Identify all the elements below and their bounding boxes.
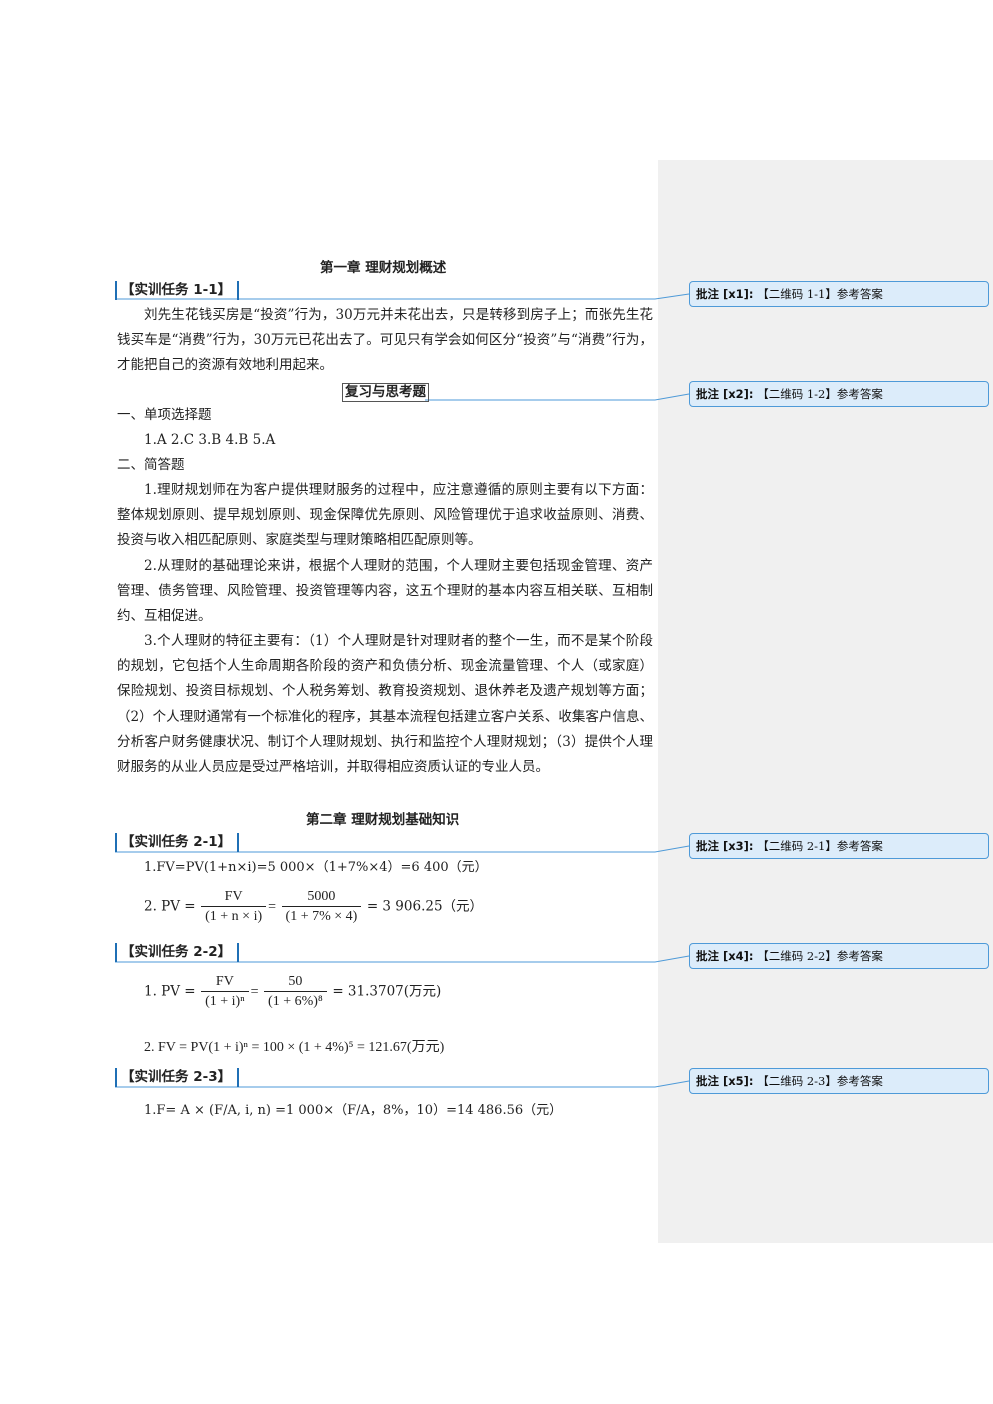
chapter-1-title: 第一章 理财规划概述 [320, 260, 447, 276]
short-answer-1: 1.理财规划师在为客户提供理财服务的过程中，应注意遵循的原则主要有以下方面：整体… [117, 482, 653, 549]
comment-tag: 批注 [x3]: [696, 839, 754, 853]
chapter-2-title: 第二章 理财规划基础知识 [306, 812, 460, 828]
task-1-1-answer: 刘先生花钱买房是“投资”行为，30万元并未花出去，只是转移到房子上；而张先生花钱… [117, 307, 653, 374]
denominator: (1 + 7% × 4) [285, 909, 358, 924]
comment-tag: 批注 [x4]: [696, 949, 754, 963]
task-2-3-label: 【实训任务 2-3】 [115, 1068, 240, 1087]
formula-result: = 31.3707(万元) [332, 983, 442, 1000]
numerator: FV [201, 888, 267, 907]
comment-x2[interactable]: 批注 [x2]: 【二维码 1-2】参考答案 [689, 381, 989, 407]
comment-text: 【二维码 1-2】参考答案 [757, 387, 883, 401]
task-2-1-label: 【实训任务 2-1】 [115, 833, 240, 852]
formula-2-1-2: 2. PV = FV (1 + n × i) = 5000 (1 + 7% × … [144, 888, 483, 927]
short-answer-heading: 二、简答题 [117, 457, 185, 473]
single-choice-answers: 1.A 2.C 3.B 4.B 5.A [144, 432, 276, 448]
task-1-1-label: 【实训任务 1-1】 [115, 281, 240, 300]
numerator: 5000 [281, 888, 362, 907]
short-answer-2: 2.从理财的基础理论来讲，根据个人理财的范围，个人理财主要包括现金管理、资产管理… [117, 558, 653, 625]
formula-2-1-1: 1.FV=PV(1+n×i)=5 000×（1+7%×4）=6 400（元） [144, 860, 488, 875]
comment-text: 【二维码 2-1】参考答案 [757, 839, 883, 853]
single-choice-heading: 一、单项选择题 [117, 407, 212, 423]
fraction: FV (1 + n × i) [201, 888, 267, 927]
fraction: FV (1 + i)ⁿ [201, 973, 249, 1012]
denominator: (1 + 6%)⁸ [268, 994, 323, 1009]
comment-x4[interactable]: 批注 [x4]: 【二维码 2-2】参考答案 [689, 943, 989, 969]
comment-tag: 批注 [x2]: [696, 387, 754, 401]
fraction: 5000 (1 + 7% × 4) [281, 888, 362, 927]
formula-2-3-1: 1.F= A × (F/A, i, n) =1 000×（F/A，8%，10）=… [144, 1103, 563, 1118]
task-2-2-label: 【实训任务 2-2】 [115, 943, 240, 962]
comment-text: 【二维码 1-1】参考答案 [757, 287, 883, 301]
formula-result: = 3 906.25（元） [366, 898, 484, 915]
formula-2-2-2: 2. FV = PV(1 + i)ⁿ = 100 × (1 + 4%)⁵ = 1… [144, 1040, 445, 1055]
review-questions-title: 复习与思考题 [342, 383, 429, 402]
comment-text: 【二维码 2-3】参考答案 [757, 1074, 883, 1088]
comment-text: 【二维码 2-2】参考答案 [757, 949, 883, 963]
comment-x5[interactable]: 批注 [x5]: 【二维码 2-3】参考答案 [689, 1068, 989, 1094]
formula-2-2-1: 1. PV = FV (1 + i)ⁿ = 50 (1 + 6%)⁸ = 31.… [144, 973, 441, 1012]
fraction: 50 (1 + 6%)⁸ [264, 973, 327, 1012]
formula-label: 2. PV = [144, 898, 196, 915]
denominator: (1 + n × i) [205, 909, 263, 924]
denominator: (1 + i)ⁿ [205, 994, 245, 1009]
comment-tag: 批注 [x5]: [696, 1074, 754, 1088]
numerator: 50 [264, 973, 327, 992]
formula-label: 1. PV = [144, 983, 196, 1000]
comment-tag: 批注 [x1]: [696, 287, 754, 301]
short-answer-3: 3.个人理财的特征主要有：（1）个人理财是针对理财者的整个一生，而不是某个阶段的… [117, 633, 653, 776]
numerator: FV [201, 973, 249, 992]
comment-x1[interactable]: 批注 [x1]: 【二维码 1-1】参考答案 [689, 281, 989, 307]
comment-x3[interactable]: 批注 [x3]: 【二维码 2-1】参考答案 [689, 833, 989, 859]
document-page: 第一章 理财规划概述 【实训任务 1-1】 刘先生花钱买房是“投资”行为，30万… [0, 0, 993, 1404]
